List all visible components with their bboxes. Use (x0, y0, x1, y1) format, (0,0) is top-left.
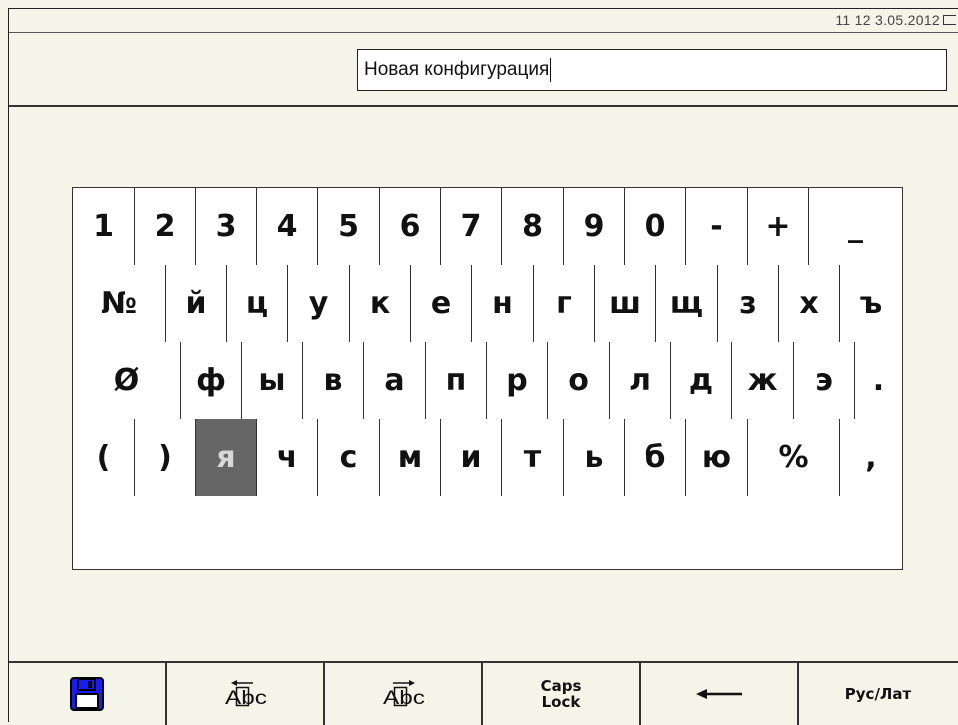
language-toggle-button[interactable]: Рус/Лат (799, 663, 957, 725)
app-window: 11 12 3.05.2012 Новая конфигурация 1 2 3… (8, 8, 958, 725)
key[interactable]: щ (656, 265, 718, 342)
key[interactable]: х (779, 265, 840, 342)
key[interactable]: 5 (318, 188, 380, 265)
keyboard-row-2: Ø ф ы в а п р о л д ж э . (73, 342, 902, 420)
key[interactable]: - (686, 188, 748, 265)
key[interactable]: ж (732, 342, 794, 419)
key[interactable]: 9 (564, 188, 625, 265)
caps-lock-label: Caps Lock (540, 677, 582, 711)
key[interactable]: и (441, 419, 502, 496)
key[interactable]: 0 (625, 188, 686, 265)
keyboard-row-3: ( ) я ч с м и т ь б ю % , (73, 419, 902, 497)
key[interactable]: е (411, 265, 472, 342)
key[interactable]: б (625, 419, 686, 496)
key[interactable]: д (671, 342, 732, 419)
status-bar: 11 12 3.05.2012 (9, 9, 958, 33)
key[interactable]: ы (242, 342, 303, 419)
key[interactable]: , (840, 419, 902, 496)
key[interactable]: в (303, 342, 364, 419)
key[interactable]: 6 (380, 188, 441, 265)
space-key[interactable] (73, 496, 902, 569)
onscreen-keyboard: 1 2 3 4 5 6 7 8 9 0 - + _ № й ц у к е н … (72, 187, 903, 570)
bottom-toolbar: Abc Abc Caps Lock Рус/Лат (9, 661, 958, 725)
save-button[interactable] (9, 663, 167, 725)
config-name-input[interactable]: Новая конфигурация (357, 49, 947, 91)
key[interactable]: 4 (257, 188, 318, 265)
key[interactable]: г (534, 265, 595, 342)
floppy-disk-icon (70, 677, 104, 711)
clock: 11 12 3.05.2012 (835, 12, 940, 28)
key[interactable]: м (380, 419, 441, 496)
key[interactable]: _ (809, 188, 902, 265)
key[interactable]: 3 (196, 188, 257, 265)
keyboard-row-digits: 1 2 3 4 5 6 7 8 9 0 - + _ (73, 188, 902, 266)
cursor-left-text: Abc (225, 688, 267, 709)
key[interactable]: п (426, 342, 487, 419)
key[interactable]: н (472, 265, 534, 342)
cursor-right-button[interactable]: Abc (325, 663, 483, 725)
key[interactable]: ь (564, 419, 625, 496)
key[interactable]: % (748, 419, 840, 496)
key[interactable]: ) (135, 419, 196, 496)
key[interactable]: 8 (502, 188, 564, 265)
key[interactable]: й (166, 265, 227, 342)
cursor-right-text: Abc (383, 688, 425, 709)
caps-lock-button[interactable]: Caps Lock (483, 663, 641, 725)
key[interactable]: ю (686, 419, 748, 496)
key[interactable]: ш (595, 265, 656, 342)
key[interactable]: ц (227, 265, 288, 342)
key[interactable]: 2 (135, 188, 196, 265)
key[interactable]: к (350, 265, 411, 342)
cursor-left-icon: Abc (225, 680, 267, 709)
cursor-left-button[interactable]: Abc (167, 663, 325, 725)
battery-icon (943, 15, 956, 25)
key[interactable]: т (502, 419, 564, 496)
key[interactable]: ъ (840, 265, 902, 342)
backspace-button[interactable] (641, 663, 799, 725)
key[interactable]: а (364, 342, 426, 419)
key[interactable]: у (288, 265, 350, 342)
key[interactable]: з (718, 265, 779, 342)
key[interactable]: ф (181, 342, 242, 419)
left-arrow-icon (696, 689, 742, 699)
key[interactable]: + (748, 188, 809, 265)
key[interactable]: ч (257, 419, 318, 496)
key[interactable]: . (855, 342, 902, 419)
cursor-right-icon: Abc (383, 680, 425, 709)
key[interactable]: ( (73, 419, 135, 496)
key[interactable]: Ø (73, 342, 181, 419)
header: Новая конфигурация (9, 33, 958, 107)
keyboard-row-1: № й ц у к е н г ш щ з х ъ (73, 265, 902, 343)
text-cursor (550, 58, 552, 82)
key[interactable]: л (610, 342, 671, 419)
key[interactable]: р (487, 342, 548, 419)
key-selected[interactable]: я (196, 419, 257, 496)
config-name-text: Новая конфигурация (364, 59, 550, 80)
key[interactable]: о (548, 342, 610, 419)
language-toggle-label: Рус/Лат (844, 685, 912, 703)
key[interactable]: с (318, 419, 380, 496)
key[interactable]: № (73, 265, 166, 342)
key[interactable]: 7 (441, 188, 502, 265)
key[interactable]: 1 (73, 188, 135, 265)
key[interactable]: э (794, 342, 855, 419)
